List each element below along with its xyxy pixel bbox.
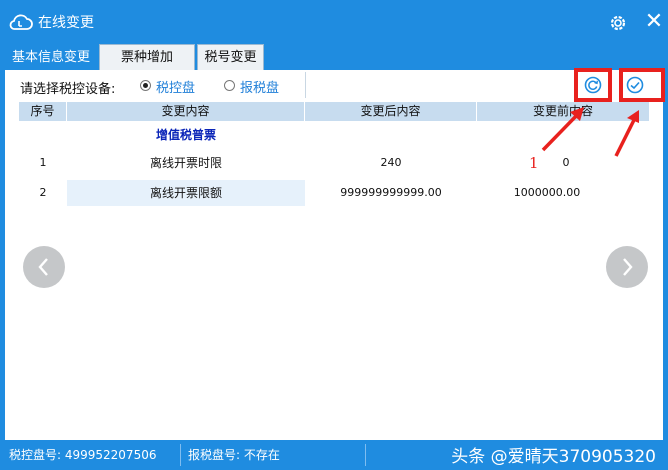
tab-invoice-type[interactable]: 票种增加 xyxy=(99,44,195,70)
tax-disk-number: 税控盘号: 499952207506 xyxy=(9,448,157,462)
value-after: 999999999999.00 xyxy=(340,186,442,199)
change-item: 离线开票时限 xyxy=(149,156,222,170)
column-header: 序号 xyxy=(19,102,67,121)
column-header: 变更内容 xyxy=(67,102,305,121)
tab-basic-info[interactable]: 基本信息变更 xyxy=(5,44,97,70)
value-before: 0 xyxy=(562,156,570,169)
chevron-left-icon xyxy=(38,258,48,276)
radio-tax-disk-label[interactable]: 税控盘 xyxy=(156,77,195,96)
status-separator xyxy=(365,444,366,466)
column-header: 变更前内容 xyxy=(532,104,593,118)
group-title: 增值税普票 xyxy=(155,128,216,142)
value-before: 1000000.00 xyxy=(513,186,581,199)
annotation-marker: 1 xyxy=(529,154,539,172)
table-row[interactable]: 1 离线开票时限 240 0 xyxy=(19,150,649,176)
radio-report-disk-label[interactable]: 报税盘 xyxy=(240,77,279,96)
table-header: 序号 变更内容 变更后内容 变更前内容 xyxy=(19,102,649,121)
value-after: 240 xyxy=(380,156,402,169)
tab-tax-number[interactable]: 税号变更 xyxy=(197,44,264,70)
report-disk-number: 报税盘号: 不存在 xyxy=(188,448,280,462)
row-number: 1 xyxy=(39,156,47,169)
content-panel: 请选择税控设备: 税控盘 报税盘 序号 变更内容 变更后内容 变更前内容 增值税… xyxy=(5,68,665,440)
device-select-label: 请选择税控设备: xyxy=(20,82,116,97)
next-button[interactable] xyxy=(606,246,648,288)
column-header: 变更后内容 xyxy=(305,102,477,121)
tab-bar: 基本信息变更 票种增加 税号变更 xyxy=(0,44,668,70)
radio-report-disk[interactable] xyxy=(224,80,235,91)
radio-tax-disk[interactable] xyxy=(140,80,151,91)
status-bar: 税控盘号: 499952207506 报税盘号: 不存在 头条 @爱晴天3709… xyxy=(0,440,668,470)
cloud-icon xyxy=(9,14,33,30)
prev-button[interactable] xyxy=(23,246,65,288)
status-separator xyxy=(180,444,181,466)
refresh-icon[interactable] xyxy=(584,76,602,94)
window-title: 在线变更 xyxy=(38,15,94,31)
row-number: 2 xyxy=(39,186,47,199)
close-icon[interactable]: ✕ xyxy=(643,11,665,33)
window: 在线变更 ✕ 基本信息变更 票种增加 税号变更 请选择税控设备: 税控盘 报税盘 xyxy=(0,0,668,470)
table-row[interactable]: 2 离线开票限额 999999999999.00 1000000.00 xyxy=(19,180,649,206)
change-item: 离线开票限额 xyxy=(149,186,222,200)
gear-icon[interactable] xyxy=(608,13,628,33)
check-circle-icon[interactable] xyxy=(626,76,644,94)
chevron-right-icon xyxy=(623,258,633,276)
title-bar: 在线变更 ✕ xyxy=(0,0,668,44)
watermark: 头条 @爱晴天370905320 xyxy=(451,447,656,467)
divider xyxy=(305,72,306,98)
